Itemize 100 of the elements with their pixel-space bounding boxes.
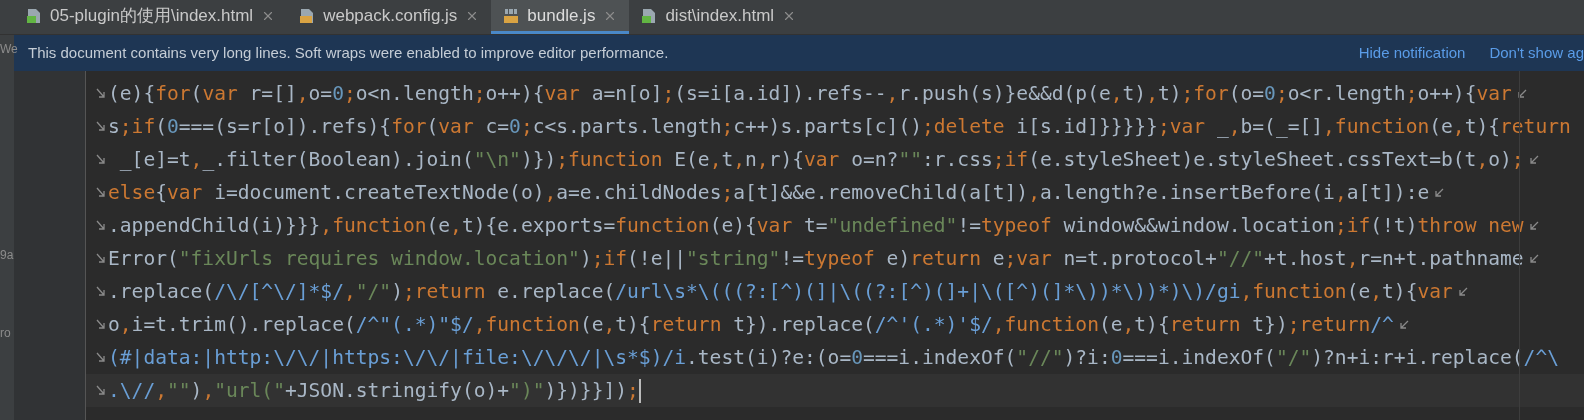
soft-wrap-start-icon [96, 351, 106, 364]
code-token: n [745, 146, 757, 173]
keyword-token: , [1146, 80, 1158, 107]
keyword-token: var [202, 80, 238, 107]
tab-label: webpack.config.js [323, 4, 458, 27]
js-file-icon [299, 7, 316, 24]
code-token: a.length?e.insertBefore(i [1039, 179, 1335, 206]
soft-wrap-start-icon [96, 252, 106, 265]
string-token: "/" [1275, 344, 1312, 371]
keyword-token: , [1228, 113, 1241, 140]
keyword-token: , [1028, 179, 1040, 206]
code-token: .appendChild(i)}}} [108, 212, 321, 239]
number-token: 0 [1264, 80, 1276, 107]
keyword-token: , [343, 278, 356, 305]
code-token: a[t]&&e.removeChild(a[t]) [733, 179, 1029, 206]
html-file-icon [26, 7, 42, 24]
keyword-token: ; [473, 80, 486, 107]
code-token: e.replace( [496, 278, 616, 305]
notification-link[interactable]: Hide notification [1358, 41, 1466, 65]
keyword-token: return [1500, 113, 1571, 140]
regex-token: /^ [1370, 311, 1394, 338]
side-panel-item[interactable]: 9a [0, 247, 14, 263]
keyword-token: ;delete [922, 113, 1005, 140]
code-token: ) [579, 245, 592, 272]
code-token: ===(s=r[o]).refs){ [178, 113, 392, 140]
keyword-token: ;if [1334, 212, 1371, 239]
string-token: "string" [686, 245, 781, 272]
keyword-token: , [1110, 80, 1123, 107]
code-token: o= [308, 80, 333, 107]
keyword-token: ; [1275, 80, 1288, 107]
keyword-token: ;var [1157, 113, 1206, 140]
code-token: (e [1098, 311, 1123, 338]
code-token: (e.styleSheet)e.styleSheet.cssText=b(t [1028, 146, 1477, 173]
keyword-token: var [544, 80, 580, 107]
keyword-token: , [756, 146, 769, 173]
keyword-token: ; [520, 113, 533, 140]
keyword-token: ,function [473, 311, 580, 338]
keyword-token: , [202, 377, 215, 404]
soft-wrap-start-icon [96, 120, 106, 133]
code-token: +JSON.stringify(o)+ [284, 377, 510, 404]
code-token: a[t]):e [1346, 179, 1430, 206]
number-token: 0 [851, 344, 863, 371]
soft-wrap-start-icon [96, 87, 106, 100]
editor-tab[interactable]: bundle.js [491, 0, 630, 34]
code-token: o<n.length [355, 80, 474, 107]
code-token: (o= [1228, 80, 1265, 107]
keyword-token: , [1452, 113, 1465, 140]
code-token: i=t.trim().replace( [131, 311, 356, 338]
code-token: r.push(s)}e&&d(p(e [898, 80, 1111, 107]
number-token: 0 [332, 80, 344, 107]
editor-tab[interactable]: dist\index.html [629, 0, 809, 34]
code-token: t [721, 146, 734, 173]
code-token: c<s.parts.length [532, 113, 722, 140]
string-token: "url(" [214, 377, 285, 404]
keyword-token: , [1334, 179, 1347, 206]
number-token: 0 [509, 113, 521, 140]
string-token: "/" [355, 278, 392, 305]
keyword-token: ;return [402, 278, 486, 305]
code-token: Error( [108, 245, 179, 272]
keyword-token: ;var [1004, 245, 1052, 272]
regex-token: /^"(.*)"$/ [355, 311, 474, 338]
keyword-token: var [756, 212, 793, 239]
code-token: t){ [615, 311, 651, 338]
code-token: )?n+i:r+i.replace( [1311, 344, 1524, 371]
keyword-token: var [804, 146, 840, 173]
notification-link[interactable]: Don't show ag [1489, 41, 1584, 65]
keyword-token: ;for [1181, 80, 1229, 107]
code-token: +t.host [1264, 245, 1347, 272]
code-token: ===i.indexOf( [863, 344, 1017, 371]
keyword-token: ; [1405, 80, 1418, 107]
code-token: t= [803, 212, 828, 239]
keyword-token: function [615, 212, 710, 239]
editor-tab[interactable]: webpack.config.js [287, 0, 492, 34]
keyword-token: var [167, 179, 203, 206]
code-token: (e [579, 311, 604, 338]
keyword-token: , [450, 212, 462, 239]
code-token: _ [1215, 113, 1229, 140]
code-token: != [957, 212, 981, 239]
code-token: r){ [768, 146, 804, 173]
keyword-token: , [1346, 245, 1359, 272]
code-token: a=e.childNodes [556, 179, 722, 206]
code-token: _.filter(Boolean).join( [202, 146, 474, 173]
keyword-token: , [1370, 278, 1383, 305]
string-token: "fixUrls requires window.location" [178, 245, 580, 272]
string-token: ")" [509, 377, 545, 404]
code-token: :r.css [922, 146, 993, 173]
side-panel-item[interactable]: ro [0, 325, 14, 341]
keyword-token: , [886, 80, 899, 107]
editor-tab[interactable]: 05-plugin的使用\index.html [14, 0, 288, 34]
code-token: (e [426, 212, 451, 239]
number-token: 0 [167, 113, 179, 140]
code-token: o++){ [485, 80, 545, 107]
code-token: t) [1157, 80, 1182, 107]
code-token: o [108, 311, 120, 338]
keyword-token: ; [721, 113, 734, 140]
keyword-token: ; [343, 80, 356, 107]
keyword-token: ,function [320, 212, 427, 239]
regex-token: (#|data:|http:\/\/|https:\/\/|file:\/\/\/|\s*$)/i [108, 344, 687, 371]
code-token: c= [484, 113, 510, 140]
keyword-token: typeof [980, 212, 1052, 239]
